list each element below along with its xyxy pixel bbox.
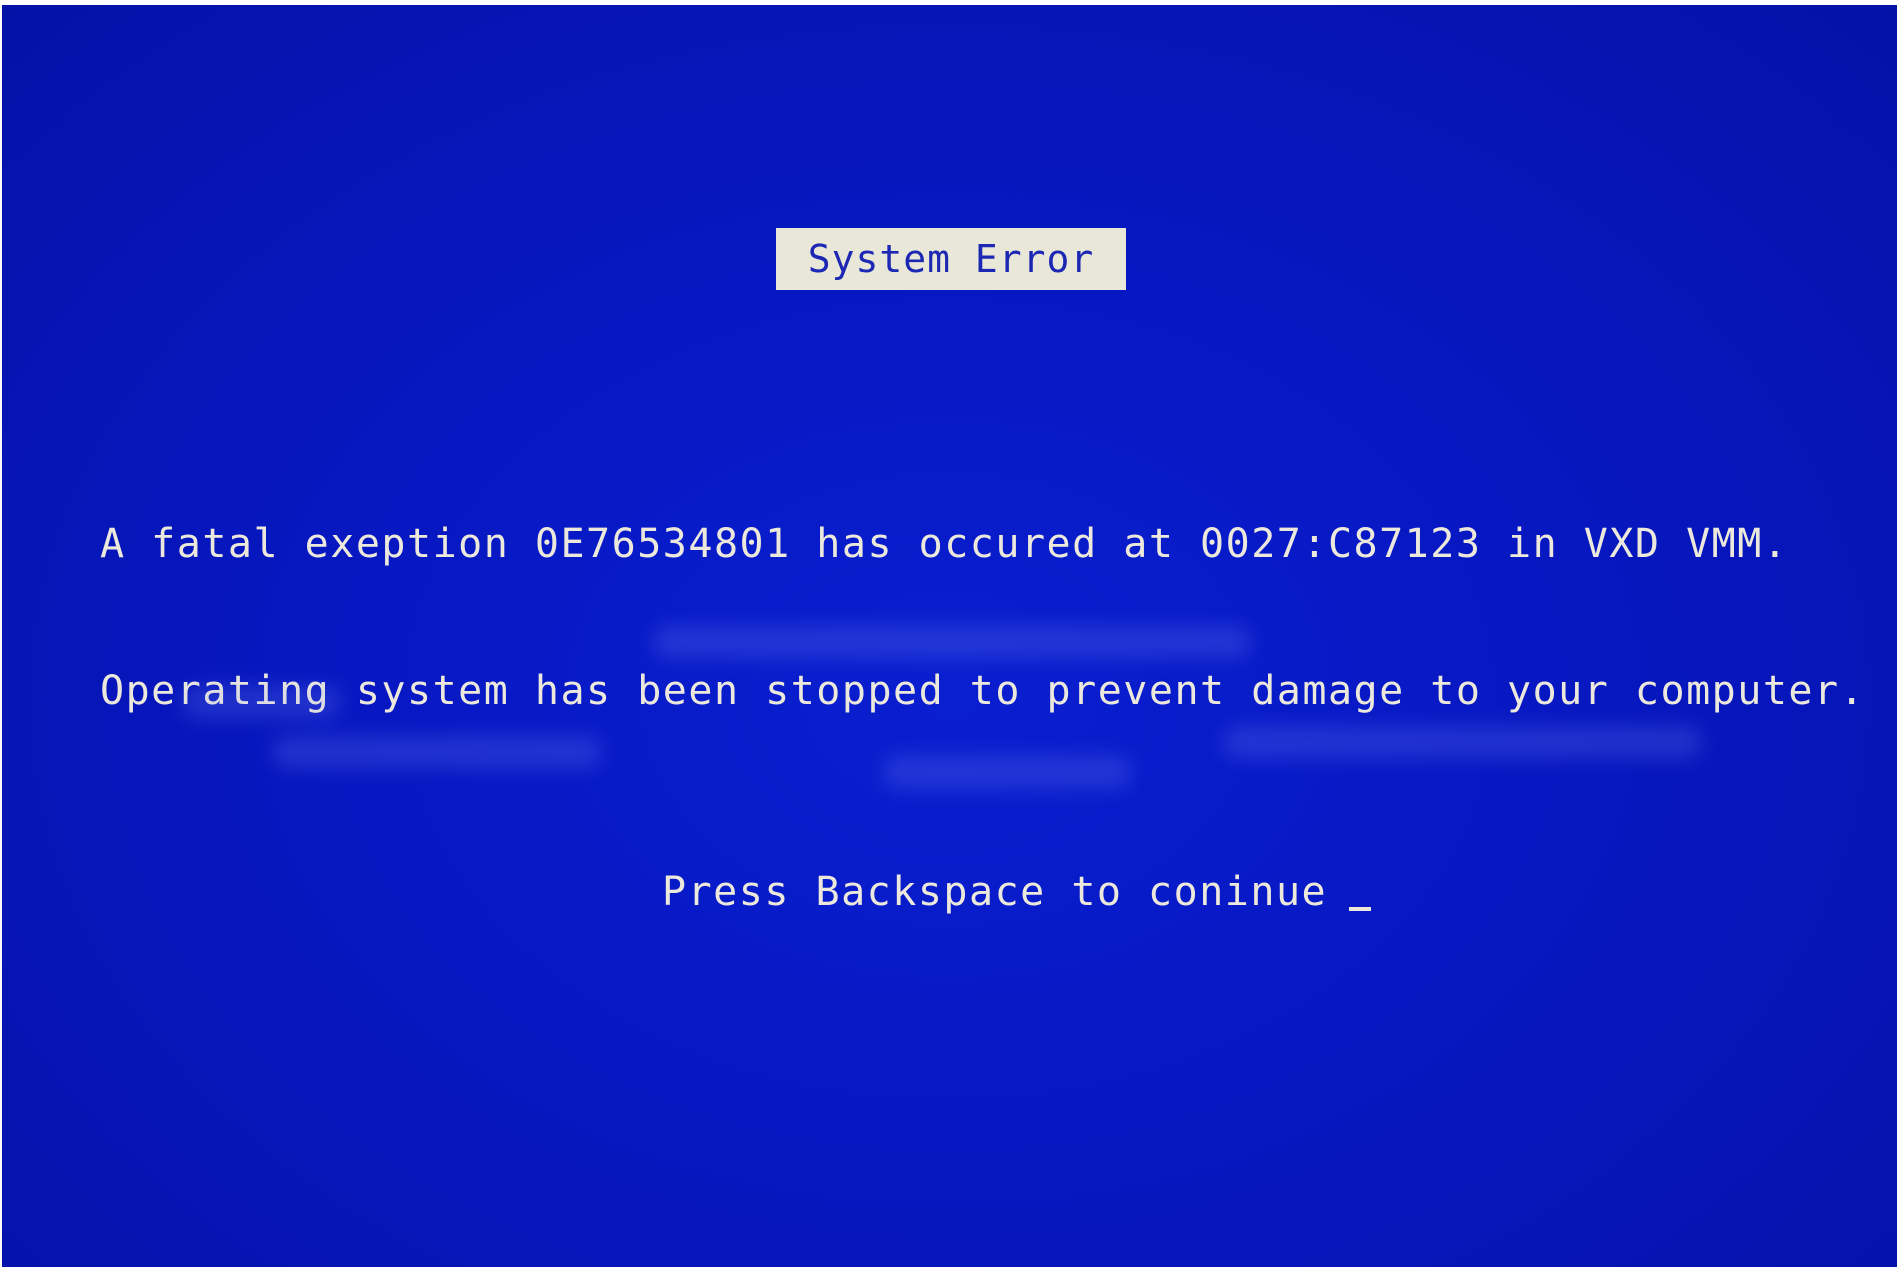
text-cursor	[1349, 907, 1372, 911]
error-message-line-2: Operating system has been stopped to pre…	[100, 668, 1866, 714]
continue-prompt: Press Backspace to coninue	[662, 867, 1372, 917]
bsod-screen: System Error A fatal exeption 0E76534801…	[2, 5, 1897, 1267]
error-message-line-1: A fatal exeption 0E76534801 has occured …	[100, 521, 1789, 567]
system-error-title: System Error	[776, 228, 1126, 290]
continue-prompt-text: Press Backspace to coninue	[662, 869, 1328, 915]
error-message: A fatal exeption 0E76534801 has occured …	[100, 422, 1890, 814]
